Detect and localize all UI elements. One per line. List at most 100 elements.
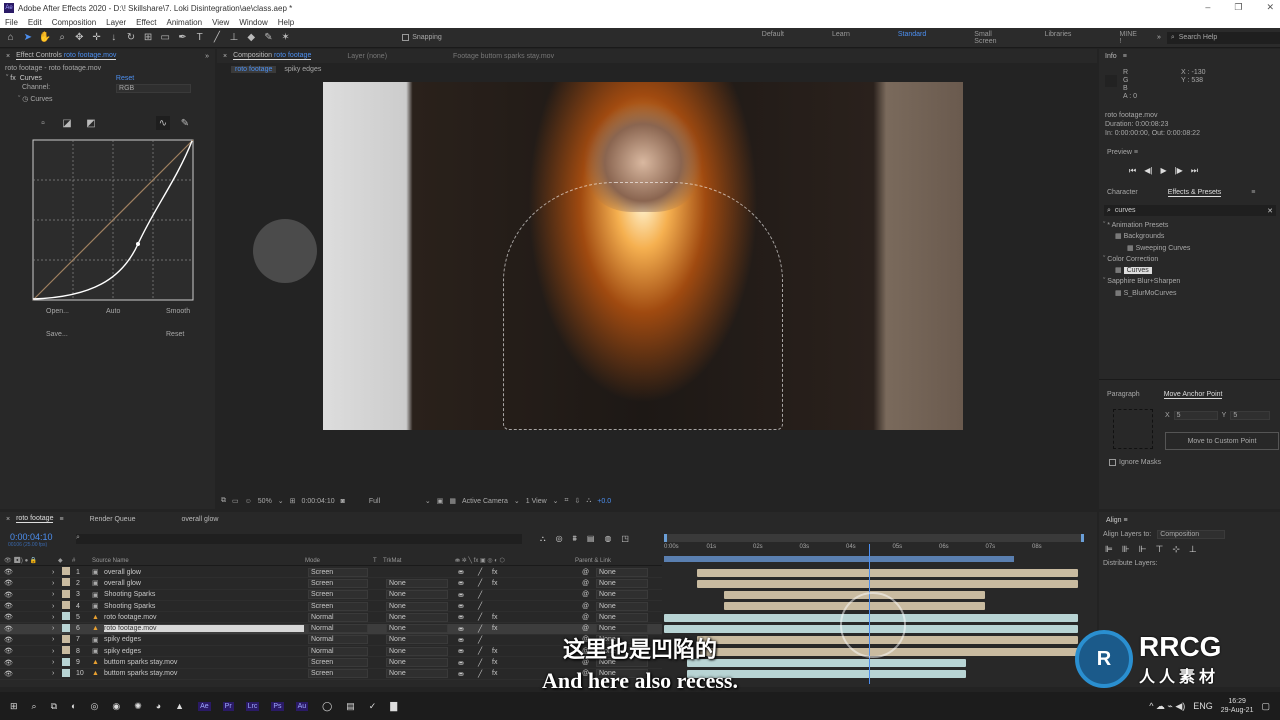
trkmat-select[interactable]: None (386, 601, 448, 611)
tab-paragraph[interactable]: Paragraph (1107, 391, 1140, 399)
tree-item[interactable]: ˇ Sapphire Blur+Sharpen (1103, 276, 1279, 287)
ignore-masks-checkbox[interactable]: Ignore Masks (1109, 459, 1161, 466)
snapshot-icon[interactable]: ◙ (341, 498, 345, 505)
rotate-tool-icon[interactable]: ↻ (124, 31, 137, 45)
prev-frame-button[interactable]: ◀| (1144, 166, 1152, 176)
save-button[interactable]: Save... (46, 331, 106, 338)
layer-duration-bar[interactable] (696, 568, 1078, 577)
viewer-frame[interactable] (323, 82, 963, 430)
parent-select[interactable]: None (596, 612, 648, 622)
tab-effect-controls[interactable]: Effect Controls roto footage.mov (16, 52, 117, 60)
pickwhip-icon[interactable]: @ (582, 603, 596, 610)
menu-effect[interactable]: Effect (136, 18, 156, 27)
app-icon-chrome[interactable]: ◕ (156, 701, 161, 711)
zoom-select[interactable]: 50% (258, 498, 272, 505)
frame-blending-icon[interactable]: ▤ (587, 534, 595, 544)
app-icon-pr[interactable]: Pr (222, 701, 234, 711)
notifications-icon[interactable]: ▢ (1261, 701, 1270, 712)
channel-select[interactable]: RGB (116, 84, 192, 93)
task-view-icon[interactable]: ⧉ (51, 701, 57, 712)
layer-row[interactable]: 👁 › 5 ▲ roto footage.mov Normal None ⛂ ╱ fx @ None (0, 612, 662, 624)
fx-switch-icon[interactable]: fx (492, 580, 582, 587)
brush-tool-icon[interactable]: ╱ (210, 31, 223, 45)
pickwhip-icon[interactable]: @ (582, 591, 596, 598)
tree-item[interactable]: ▦ Curves (1103, 265, 1279, 276)
minimize-button[interactable]: – (1205, 2, 1210, 13)
curve-size-large-icon[interactable]: ◩ (84, 116, 98, 130)
zoom-tool-icon[interactable]: ⌕ (56, 31, 69, 45)
clock[interactable]: 16:29 29-Aug-21 (1221, 697, 1254, 715)
play-button[interactable]: ▶ (1160, 166, 1166, 176)
tab-footage[interactable]: Footage buttom sparks stay.mov (453, 53, 554, 60)
work-area-bar[interactable] (664, 534, 1084, 542)
app-icon-audio[interactable]: ◯ (322, 701, 332, 712)
resolution-select[interactable]: Full (369, 498, 419, 505)
curve-size-medium-icon[interactable]: ◪ (60, 116, 74, 130)
label-color-swatch[interactable] (62, 578, 76, 588)
pen-tool-icon[interactable]: ✒ (176, 31, 189, 45)
visibility-eye-icon[interactable]: 👁 (0, 591, 16, 599)
auto-button[interactable]: Auto (106, 308, 166, 315)
app-icon-blender[interactable]: ✺ (134, 701, 142, 712)
menu-edit[interactable]: Edit (28, 18, 42, 27)
layer-number[interactable]: 2 (76, 580, 92, 587)
selection-tool-icon[interactable]: ➤ (21, 31, 34, 45)
parent-select[interactable]: None (596, 590, 648, 600)
camera-select[interactable]: Active Camera (462, 498, 508, 505)
bezier-curve-icon[interactable]: ∿ (156, 116, 170, 130)
shy-switch-icon[interactable]: ⛂ (458, 591, 478, 599)
layer-source-name[interactable]: roto footage.mov (104, 614, 304, 621)
search-help-field[interactable]: ⌕ Search Help (1166, 31, 1280, 44)
app-icon-ps[interactable]: Ps (271, 701, 284, 711)
workspace-learn[interactable]: Learn (832, 31, 850, 45)
layer-search-input[interactable]: ⌕ (76, 534, 522, 544)
parent-select[interactable]: None (596, 578, 648, 588)
menu-help[interactable]: Help (278, 18, 294, 27)
label-color-swatch[interactable] (62, 601, 76, 611)
comp-flowchart-icon[interactable]: ⛬ (540, 534, 546, 544)
close-tab-icon[interactable]: × (223, 53, 227, 60)
smooth-button[interactable]: Smooth (166, 308, 216, 315)
clone-stamp-icon[interactable]: ⊥ (227, 31, 240, 45)
layer-duration-bar[interactable] (696, 579, 1078, 588)
tree-item[interactable]: ▦ Backgrounds (1103, 231, 1279, 242)
layer-source-name[interactable]: Shooting Sparks (104, 591, 304, 598)
workspace-default[interactable]: Default (762, 31, 784, 45)
language-indicator[interactable]: ENG (1193, 701, 1213, 711)
trkmat-select[interactable]: None (386, 612, 448, 622)
composition-icon[interactable]: ▣ (92, 591, 104, 599)
close-button[interactable]: ✕ (1266, 2, 1274, 13)
tree-item[interactable]: ˇ * Animation Presets (1103, 220, 1279, 231)
visibility-eye-icon[interactable]: 👁 (0, 602, 16, 610)
align-top-icon[interactable]: ⊤ (1156, 544, 1164, 555)
open-button[interactable]: Open... (46, 308, 106, 315)
label-color-swatch[interactable] (62, 589, 76, 600)
label-color-swatch[interactable] (62, 612, 76, 622)
anchor-y-input[interactable]: 5 (1230, 411, 1271, 420)
curve-size-small-icon[interactable]: ▫ (36, 116, 50, 130)
menu-window[interactable]: Window (239, 18, 267, 27)
app-icon-au[interactable]: Au (295, 701, 309, 711)
rectangle-tool-icon[interactable]: ▭ (159, 31, 172, 45)
comp-subtab-spiky-edges[interactable]: spiky edges (284, 66, 321, 73)
tab-overall-glow[interactable]: overall glow (181, 516, 218, 523)
align-hcenter-icon[interactable]: ⊪ (1122, 544, 1130, 555)
quality-switch-icon[interactable]: ╱ (478, 613, 492, 621)
snapping-toggle[interactable]: Snapping (402, 34, 442, 41)
last-frame-button[interactable]: ⏭ (1191, 166, 1198, 176)
dolly-tool-icon[interactable]: ↓ (107, 31, 120, 45)
timeline-icon[interactable]: ⇩ (575, 497, 581, 505)
app-icon-cinema4d[interactable]: ◉ (112, 701, 120, 712)
menu-layer[interactable]: Layer (106, 18, 126, 27)
parent-select[interactable]: None (596, 601, 648, 611)
align-bottom-icon[interactable]: ⊥ (1189, 544, 1197, 555)
layer-row[interactable]: 👁 › 4 ▣ Shooting Sparks Screen None ⛂ ╱ @ None (0, 601, 662, 613)
fx-switch-icon[interactable]: fx (492, 569, 582, 576)
shy-switch-icon[interactable]: ⛂ (458, 579, 478, 587)
first-frame-button[interactable]: ⏮ (1129, 166, 1136, 176)
menu-view[interactable]: View (212, 18, 229, 27)
fx-switch-icon[interactable]: fx (492, 614, 582, 621)
tab-character[interactable]: Character (1107, 189, 1138, 197)
quality-switch-icon[interactable]: ╱ (478, 579, 492, 587)
eraser-tool-icon[interactable]: ◆ (245, 31, 258, 45)
